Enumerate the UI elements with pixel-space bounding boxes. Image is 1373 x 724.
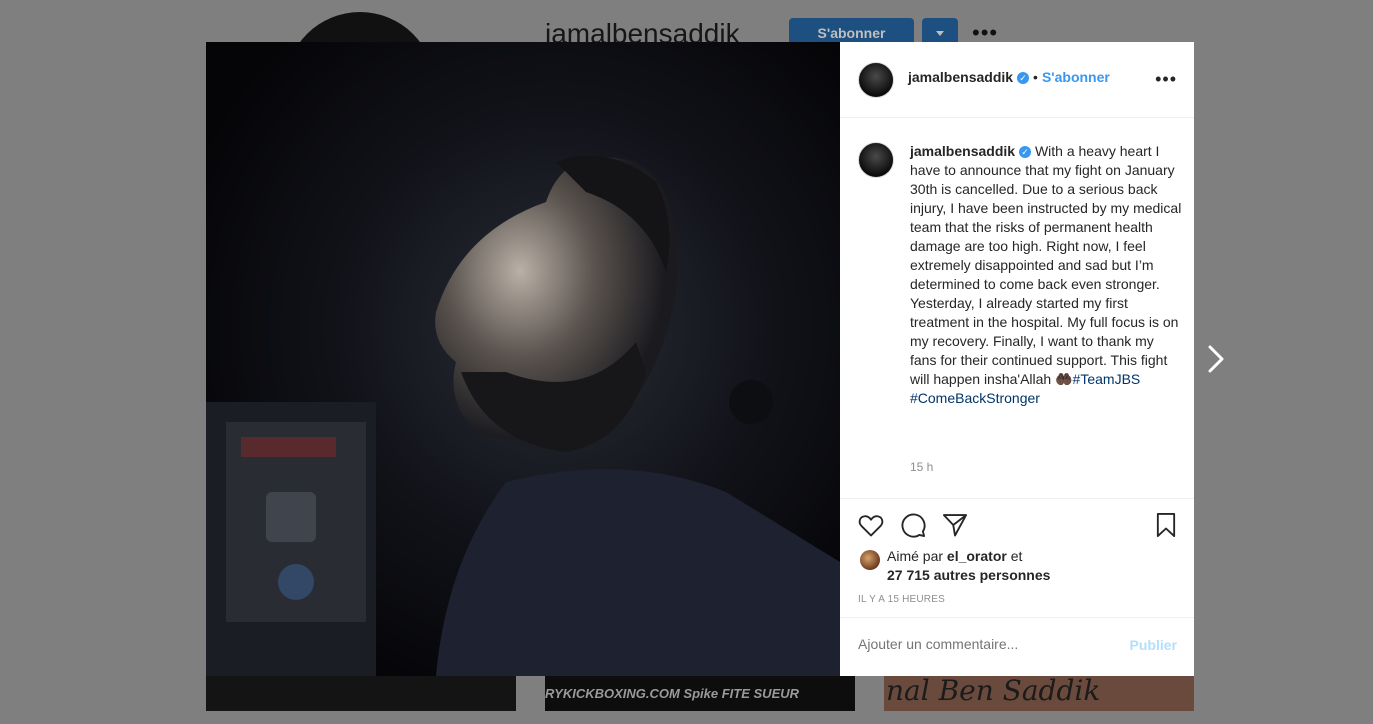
comment-input[interactable] — [858, 636, 1108, 652]
liker-avatar[interactable] — [860, 550, 880, 570]
share-icon[interactable] — [941, 511, 969, 539]
post-header: jamalbensaddik ✓ • S'abonner ••• — [840, 42, 1194, 118]
post-details-panel: jamalbensaddik ✓ • S'abonner ••• jamalbensa… — [840, 42, 1194, 676]
more-icon[interactable]: ••• — [1155, 69, 1177, 90]
comment-bar: Publier — [840, 617, 1194, 677]
caption-text: With a heavy heart I have to announce th… — [910, 143, 1182, 387]
hashtag-comebackstronger[interactable]: #ComeBackStronger — [910, 390, 1040, 406]
grid-thumbnail-3-text: nal Ben Saddik — [886, 676, 1101, 707]
likes-suffix: et — [1006, 548, 1023, 564]
caption-time[interactable]: 15 h — [910, 460, 933, 474]
hashtag-teamjbs[interactable]: #TeamJBS — [1073, 371, 1141, 387]
follow-button[interactable]: S'abonner — [1042, 69, 1110, 85]
post-timestamp[interactable]: IL Y A 15 HEURES — [858, 594, 945, 605]
publish-button[interactable]: Publier — [1130, 637, 1177, 653]
grid-thumbnail-3: nal Ben Saddik — [884, 676, 1194, 711]
grid-thumbnail-2-text: RYKICKBOXING.COM Spike FITE SUEUR — [545, 686, 800, 701]
heart-icon[interactable] — [857, 511, 885, 539]
author-line: jamalbensaddik ✓ • S'abonner — [908, 69, 1110, 87]
hands-emoji: 🤲🏿 — [1055, 371, 1073, 387]
caption-avatar[interactable] — [858, 142, 894, 178]
bookmark-icon[interactable] — [1152, 511, 1180, 539]
next-arrow-icon[interactable] — [1204, 343, 1228, 375]
separator-dot: • — [1033, 69, 1038, 85]
post-photo[interactable] — [206, 42, 840, 676]
likes-prefix: Aimé par — [887, 548, 947, 564]
verified-icon: ✓ — [1017, 71, 1030, 84]
liker-username[interactable]: el_orator — [947, 548, 1007, 564]
likes-text: Aimé par el_orator et 27 715 autres pers… — [887, 547, 1050, 585]
author-username[interactable]: jamalbensaddik — [908, 69, 1013, 85]
grid-thumbnail-1 — [206, 676, 516, 711]
fighter-portrait-image — [206, 155, 840, 676]
author-avatar[interactable] — [858, 62, 894, 98]
post-caption: jamalbensaddik ✓ With a heavy heart I hav… — [910, 142, 1182, 408]
verified-icon: ✓ — [1019, 146, 1032, 159]
grid-thumbnail-2: RYKICKBOXING.COM Spike FITE SUEUR — [545, 676, 855, 711]
likes-others[interactable]: 27 715 autres personnes — [887, 567, 1050, 583]
caption-username[interactable]: jamalbensaddik — [910, 143, 1015, 159]
comment-icon[interactable] — [899, 511, 927, 539]
